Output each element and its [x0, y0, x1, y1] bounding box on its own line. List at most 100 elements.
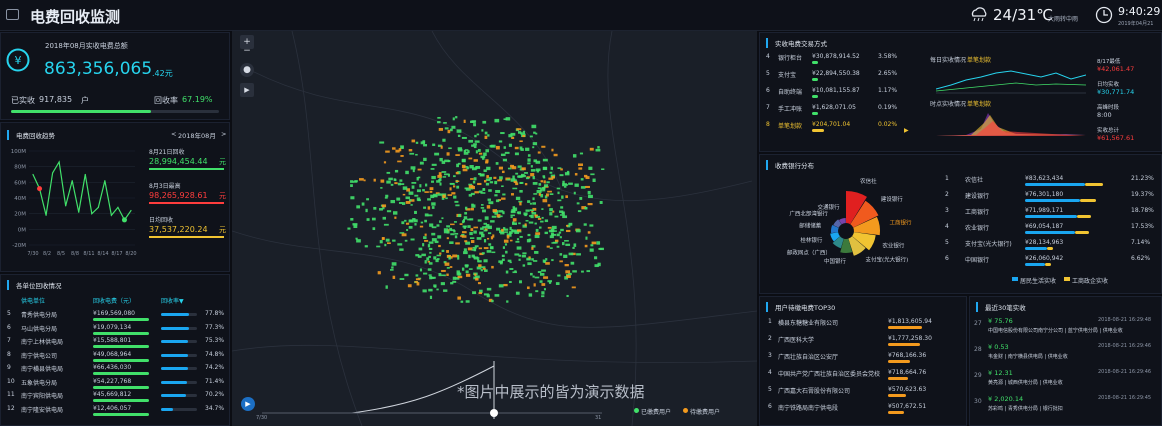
- map-dot: [512, 175, 515, 179]
- pay-method-row[interactable]: 5 支付宝 ¥22,894,550.38 2.65%: [760, 67, 925, 83]
- top30-row[interactable]: 5 广西嘉大石膏股份有限公司 ¥570,623.63: [760, 383, 968, 399]
- map-dot: [524, 172, 528, 174]
- month-prev-button[interactable]: <: [171, 130, 176, 138]
- map-dot: [427, 206, 431, 210]
- top30-row[interactable]: 4 中国共产党广西壮族自治区委员会党校 ¥718,664.76: [760, 366, 968, 382]
- map-dot: [438, 172, 442, 176]
- map-dot: [476, 237, 482, 240]
- bank-row[interactable]: 5 支付宝(光大银行) ¥28,134,963 7.14%: [945, 237, 1159, 252]
- recent-time: 2018-08-21 16:29:46: [1098, 343, 1152, 349]
- map-dot: [560, 214, 565, 216]
- unit-rank: 11: [7, 391, 15, 398]
- unit-row[interactable]: 10 五象供电分局 ¥54,227,768 71.4%: [1, 376, 231, 389]
- top30-amount: ¥570,623.63: [888, 386, 927, 393]
- map-dot: [564, 240, 569, 242]
- recent-row[interactable]: 27 ¥ 75.76 2018-08-21 16:29:48 中国电信股份有限公司南宁…: [970, 315, 1162, 340]
- map-dot: [461, 231, 467, 234]
- bank-name: 农信社: [965, 177, 984, 184]
- recent-amount: ¥ 75.76: [988, 317, 1013, 325]
- bank-row[interactable]: 2 建设银行 ¥76,301,180 19.37%: [945, 189, 1159, 204]
- map-dot: [541, 291, 545, 295]
- pay-method-row[interactable]: 6 自助终端 ¥10,081,155.87 1.17%: [760, 84, 925, 100]
- map-dot: [428, 247, 433, 251]
- map-dot: [527, 262, 532, 266]
- unit-row[interactable]: 6 马山供电分局 ¥19,079,134 77.3%: [1, 322, 231, 335]
- map-dot: [514, 270, 517, 273]
- map-dot: [537, 271, 542, 273]
- unit-row[interactable]: 12 南宁隆安供电局 ¥12,406,057 34.7%: [1, 403, 231, 416]
- map-dot: [483, 180, 487, 183]
- bank-amount: ¥76,301,180: [1025, 191, 1064, 198]
- map-dot: [510, 132, 516, 136]
- col-rate[interactable]: 回收率▼: [161, 296, 184, 305]
- map-dot: [535, 228, 539, 232]
- map-dot: [573, 243, 577, 247]
- map-dot: [526, 258, 531, 261]
- bank-name: 支付宝(光大银行): [965, 241, 1012, 248]
- map-dot: [442, 138, 446, 142]
- map-dot: [394, 178, 397, 182]
- col-amount[interactable]: 回收电费（元）: [93, 296, 135, 305]
- map-play-button[interactable]: ▶: [240, 83, 254, 97]
- map-dot: [534, 222, 537, 225]
- map-dot: [463, 119, 466, 123]
- map-dot: [447, 194, 453, 196]
- bank-pct: 6.62%: [1131, 255, 1151, 262]
- temperature: 24/31℃: [993, 6, 1054, 24]
- top30-row[interactable]: 2 广西医科大学 ¥1,777,258.30: [760, 332, 968, 348]
- top30-row[interactable]: 6 南宁铁路局南宁供电段 ¥507,672.51: [760, 400, 968, 416]
- map-dot: [452, 280, 457, 283]
- map-dot: [394, 169, 399, 173]
- recent-row[interactable]: 28 ¥ 0.53 2018-08-21 16:29:46 韦金财 | 南宁横县供电局…: [970, 341, 1162, 366]
- locate-button[interactable]: ●: [240, 63, 254, 77]
- map-dot: [475, 150, 478, 154]
- zoom-out-button[interactable]: −: [240, 44, 254, 58]
- map-dot: [561, 195, 564, 199]
- bank-row[interactable]: 1 农信社 ¥83,623,434 21.23%: [945, 173, 1159, 188]
- map-dot: [538, 183, 542, 186]
- map-dot: [486, 166, 491, 171]
- map-dot: [563, 254, 568, 258]
- bank-amount: ¥71,989,171: [1025, 207, 1064, 214]
- pay-method-row[interactable]: 7 手工冲账 ¥1,628,071.05 0.19%: [760, 101, 925, 117]
- col-unit[interactable]: 供电单位: [21, 296, 45, 305]
- unit-rate-pct: 71.4%: [205, 377, 225, 385]
- unit-row[interactable]: 7 南宁上林供电局 ¥15,588,801 75.3%: [1, 335, 231, 348]
- map-view[interactable]: + − ● ▶ ▶ 7/30 31 *图片中展示的皆为演示数据 已缴费用户 待缴…: [232, 31, 757, 426]
- map-dot: [420, 221, 424, 224]
- map-dot: [485, 161, 489, 164]
- bank-row[interactable]: 4 农业银行 ¥69,054,187 17.53%: [945, 221, 1159, 236]
- pay-pct: 0.19%: [878, 104, 898, 111]
- map-dot: [507, 167, 512, 170]
- map-dot: [516, 128, 522, 131]
- recent-row[interactable]: 29 ¥ 12.31 2018-08-21 16:29:46 黄亮源 | 城西供电分局…: [970, 367, 1162, 392]
- map-dot: [544, 184, 549, 188]
- map-dot: [516, 229, 522, 232]
- unit-row[interactable]: 8 南宁供电公司 ¥49,068,964 74.8%: [1, 349, 231, 362]
- unit-row[interactable]: 9 南宁横县供电局 ¥66,436,030 74.2%: [1, 362, 231, 375]
- timeline-handle[interactable]: [490, 409, 498, 417]
- map-dot: [560, 168, 563, 171]
- pay-method-row[interactable]: 8 单笔划款 ¥204,701.04 0.02%: [760, 118, 925, 134]
- top30-row[interactable]: 1 横县东糖糖业有限公司 ¥1,813,605.94: [760, 315, 968, 331]
- pay-rank: 8: [766, 121, 770, 128]
- map-dot: [533, 283, 536, 287]
- recent-time: 2018-08-21 16:29:45: [1098, 395, 1152, 401]
- timeline-play-button[interactable]: ▶: [241, 397, 255, 411]
- recent-row[interactable]: 30 ¥ 2,020.14 2018-08-21 16:29:45 苏彩鸣 | 青秀供…: [970, 393, 1162, 418]
- map-dot: [601, 168, 605, 170]
- bank-commercial-bar: [1075, 231, 1089, 234]
- bank-row[interactable]: 6 中国银行 ¥26,060,942 6.62%: [945, 253, 1159, 268]
- map-dot: [491, 251, 496, 254]
- month-next-button[interactable]: >: [221, 130, 226, 138]
- unit-row[interactable]: 11 南宁宾阳供电局 ¥45,669,812 70.2%: [1, 389, 231, 402]
- bank-row[interactable]: 3 工商银行 ¥71,989,171 18.78%: [945, 205, 1159, 220]
- unit-row[interactable]: 5 青秀供电分局 ¥169,569,080 77.8%: [1, 308, 231, 321]
- clock-icon: [1095, 6, 1113, 24]
- map-dot: [436, 258, 440, 260]
- pay-method-row[interactable]: 4 银行柜台 ¥30,878,914.52 3.58%: [760, 50, 925, 66]
- top30-row[interactable]: 3 广西壮族自治区公安厅 ¥768,166.36: [760, 349, 968, 365]
- map-dot: [439, 252, 442, 255]
- map-dot: [429, 190, 433, 193]
- month-selector[interactable]: 2018年08月: [178, 130, 216, 140]
